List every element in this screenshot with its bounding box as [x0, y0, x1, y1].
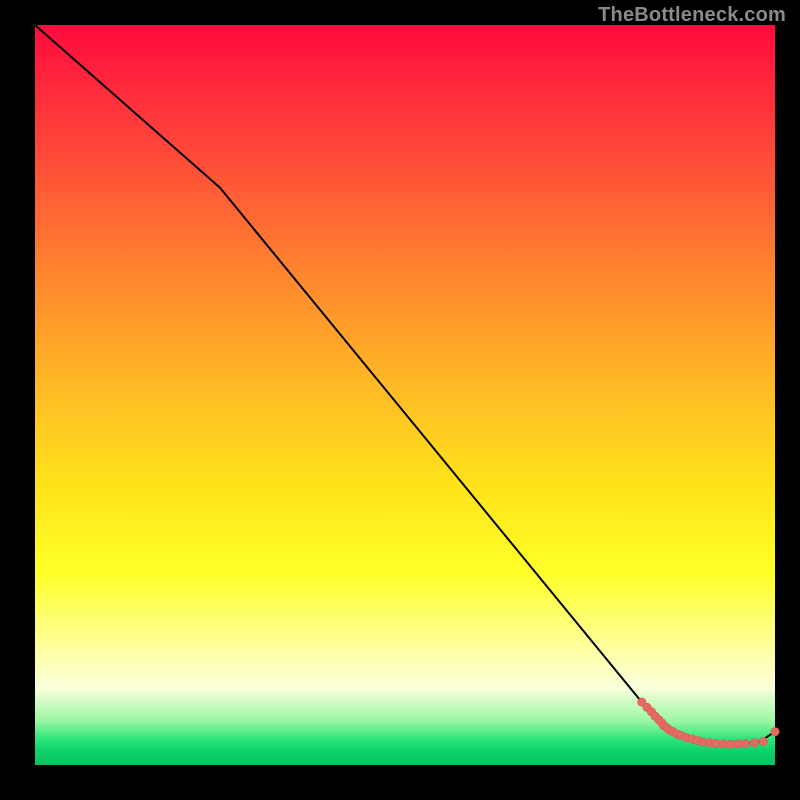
chart-frame: TheBottleneck.com: [0, 0, 800, 800]
plot-area: [35, 25, 775, 765]
watermark-text: TheBottleneck.com: [598, 4, 786, 27]
